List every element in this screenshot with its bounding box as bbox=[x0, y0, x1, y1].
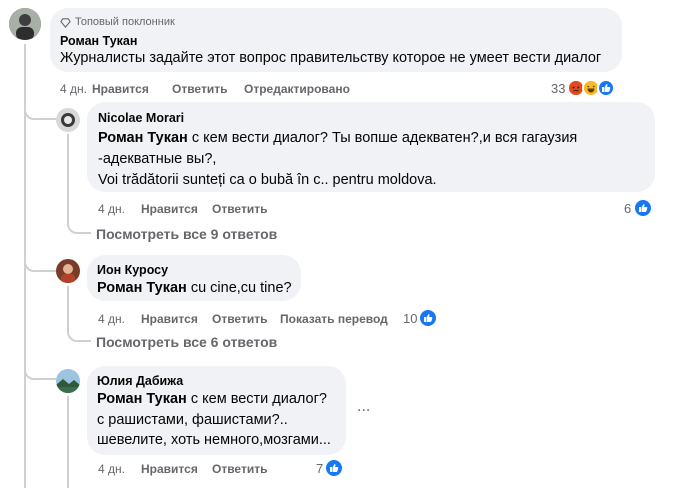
reply-text-line: с рашистами, фашистами?.. bbox=[97, 412, 288, 428]
reply-button[interactable]: Ответить bbox=[212, 462, 267, 476]
avatar-photo-icon bbox=[56, 369, 80, 393]
like-button[interactable]: Нравится bbox=[141, 312, 198, 326]
reply-bubble: Nicolae Morari Роман Тукан с кем вести д… bbox=[87, 102, 655, 192]
avatar[interactable] bbox=[56, 108, 80, 132]
reactions-count[interactable]: 7 bbox=[316, 461, 323, 476]
view-more-connector bbox=[67, 212, 91, 234]
reply-actions: 4 дн. Нравится Ответить bbox=[98, 202, 498, 218]
comment-actions: 4 дн. Нравится Ответить Отредактировано bbox=[60, 82, 620, 98]
view-more-replies[interactable]: Посмотреть все 9 ответов bbox=[96, 226, 277, 242]
mention-link[interactable]: Роман Тукан bbox=[98, 130, 188, 146]
diamond-badge-icon bbox=[60, 17, 71, 28]
reply-button[interactable]: Ответить bbox=[172, 82, 227, 96]
mention-link[interactable]: Роман Тукан bbox=[97, 391, 187, 407]
comment-time[interactable]: 4 дн. bbox=[60, 82, 87, 96]
reply-author[interactable]: Юлия Дабижа bbox=[97, 374, 183, 388]
avatar[interactable] bbox=[56, 369, 80, 393]
reply-author[interactable]: Ион Куросу bbox=[97, 263, 168, 277]
thread-line bbox=[67, 396, 69, 488]
reply-bubble: Юлия Дабижа Роман Тукан с кем вести диал… bbox=[87, 366, 346, 455]
reply-author[interactable]: Nicolae Morari bbox=[98, 111, 184, 125]
reply-bubble: Ион Куросу Роман Тукан cu cine,cu tine? bbox=[87, 255, 301, 301]
like-icon bbox=[418, 308, 438, 328]
reply-text-line: Voi trădătorii sunteți ca o bubă în c.. … bbox=[98, 172, 437, 188]
more-options-icon[interactable]: ... bbox=[357, 398, 370, 416]
reply-text: Роман Тукан с кем вести диалог? Ты вопше… bbox=[98, 130, 578, 146]
avatar[interactable] bbox=[56, 259, 80, 283]
avatar-photo-icon bbox=[56, 259, 80, 283]
avatar-photo-icon bbox=[9, 8, 41, 40]
reactions-count[interactable]: 6 bbox=[624, 201, 631, 216]
top-fan-badge: Топовый поклонник bbox=[75, 16, 175, 28]
reply-text: Роман Тукан cu cine,cu tine? bbox=[97, 280, 292, 296]
like-icon bbox=[597, 79, 615, 97]
reply-time[interactable]: 4 дн. bbox=[98, 462, 125, 476]
thread-line bbox=[67, 134, 69, 224]
reactions-count[interactable]: 10 bbox=[403, 311, 417, 326]
reply-connector bbox=[24, 350, 56, 380]
edited-label[interactable]: Отредактировано bbox=[244, 82, 350, 96]
reply-actions: 4 дн. Нравится Ответить Показать перевод bbox=[98, 312, 398, 328]
mention-link[interactable]: Роман Тукан bbox=[97, 280, 187, 296]
reply-connector bbox=[24, 240, 56, 272]
reply-connector bbox=[24, 96, 56, 120]
reply-button[interactable]: Ответить bbox=[212, 202, 267, 216]
comment-author[interactable]: Роман Тукан bbox=[60, 34, 137, 48]
like-button[interactable]: Нравится bbox=[141, 202, 198, 216]
reply-time[interactable]: 4 дн. bbox=[98, 312, 125, 326]
like-icon bbox=[633, 198, 653, 218]
view-more-connector bbox=[67, 320, 91, 342]
like-button[interactable]: Нравится bbox=[141, 462, 198, 476]
show-translation-button[interactable]: Показать перевод bbox=[280, 312, 388, 326]
reply-text-line: шевелите, хоть немного,мозгами... bbox=[97, 432, 331, 448]
reactions-count[interactable]: 33 bbox=[551, 81, 565, 96]
like-button[interactable]: Нравится bbox=[92, 82, 149, 96]
like-icon bbox=[324, 458, 344, 478]
reply-text: Роман Тукан с кем вести диалог? bbox=[97, 391, 327, 407]
view-more-replies[interactable]: Посмотреть все 6 ответов bbox=[96, 334, 277, 350]
reply-time[interactable]: 4 дн. bbox=[98, 202, 125, 216]
comment-text: Журналисты задайте этот вопрос правитель… bbox=[60, 50, 602, 66]
avatar-photo-icon bbox=[56, 108, 80, 132]
comment-bubble: Топовый поклонник Роман Тукан Журналисты… bbox=[50, 8, 622, 72]
reply-button[interactable]: Ответить bbox=[212, 312, 267, 326]
reply-text-line: -адекватные вы?, bbox=[98, 151, 217, 167]
avatar[interactable] bbox=[9, 8, 41, 40]
